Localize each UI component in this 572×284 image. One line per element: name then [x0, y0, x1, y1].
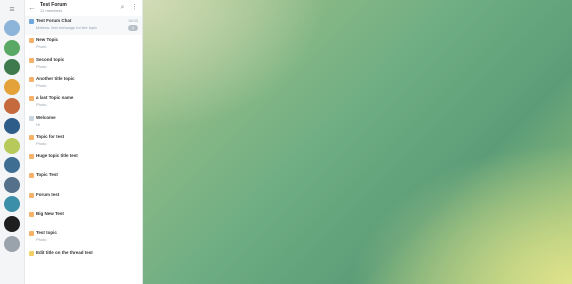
chat-rail: ≡ [0, 0, 25, 284]
avatar-chat-7[interactable] [4, 157, 20, 174]
topic-name: Edit title on the thread test [36, 249, 93, 255]
avatar-chat-3[interactable] [4, 78, 20, 95]
topic-icon [29, 231, 34, 237]
avatar-chat-11[interactable] [4, 235, 20, 252]
topic-name: a last Topic name [36, 95, 74, 101]
topic-preview: Photo [36, 63, 47, 69]
topic-time: 16:03 [127, 18, 138, 23]
topic-row[interactable]: Second topic Photo [25, 55, 142, 74]
menu-icon[interactable]: ≡ [6, 4, 18, 14]
avatar-forum[interactable] [4, 20, 20, 36]
more-icon[interactable]: ⋮ [130, 3, 139, 12]
topic-preview: Hi [36, 121, 40, 127]
avatar-chat-2[interactable] [4, 59, 20, 76]
forum-subtitle: 12 members [40, 8, 63, 13]
topic-icon [29, 134, 34, 140]
topic-icon [29, 38, 34, 44]
topic-preview: Mateus: test message for the topic [36, 25, 98, 30]
topic-row[interactable]: Edit title on the thread test [25, 248, 142, 267]
topic-row[interactable]: Test topic Photo [25, 228, 142, 247]
topic-name: Second topic [36, 56, 65, 62]
avatar-chat-10[interactable] [4, 216, 20, 232]
topic-name: Forum test [36, 191, 60, 197]
topic-icon [29, 250, 34, 256]
forum-header: ← Test Forum 12 members ⌕ ⋮ [25, 0, 142, 16]
chat-background [143, 0, 572, 284]
search-icon[interactable]: ⌕ [118, 3, 127, 12]
topic-name: Topic for test [36, 133, 65, 139]
topic-icon [29, 154, 34, 160]
topic-row[interactable]: Huge topic title test [25, 151, 142, 170]
forum-topic-list: ← Test Forum 12 members ⌕ ⋮ Test Forum C… [25, 0, 143, 284]
topic-row[interactable]: a last Topic name Photo [25, 93, 142, 112]
topic-preview: Photo [36, 140, 47, 146]
topic-preview: Photo [36, 102, 47, 108]
avatar-chat-5[interactable] [4, 118, 20, 134]
topic-icon [29, 57, 34, 63]
topic-icon [29, 212, 34, 217]
topic-row[interactable]: Forum test [25, 190, 142, 209]
topic-preview: Photo [36, 82, 47, 88]
topic-row[interactable]: New Topic Photo [25, 35, 142, 54]
topic-icon [29, 76, 34, 82]
topic-name: Welcome [36, 114, 56, 120]
topic-icon [29, 115, 34, 121]
topic-name: Topic Test [36, 172, 58, 178]
topic-name: Another title topic [36, 75, 75, 81]
topic-preview: Photo [36, 237, 47, 243]
topic-preview: Photo [36, 44, 47, 50]
topic-icon [29, 96, 34, 102]
topic-name: Big New Test [36, 211, 64, 216]
topic-row[interactable]: Topic for test Photo [25, 132, 142, 151]
topic-name: Huge topic title test [36, 153, 78, 159]
avatar-chat-6[interactable] [4, 137, 20, 154]
back-arrow-icon[interactable]: ← [28, 3, 36, 12]
topic-icon [29, 19, 34, 24]
topic-row[interactable]: Topic Test [25, 170, 142, 189]
topic-icon [29, 192, 34, 198]
topic-row[interactable]: Big New Test [25, 209, 142, 228]
avatar-chat-4[interactable] [4, 98, 20, 115]
topic-row[interactable]: Another title topic Photo [25, 74, 142, 93]
avatar-chat-1[interactable] [4, 39, 20, 56]
topic-icon [29, 173, 34, 179]
topic-name: Test Forum Chat [36, 18, 72, 23]
topic-name: Test topic [36, 230, 57, 236]
topic-name: New Topic [36, 37, 59, 43]
avatar-chat-8[interactable] [4, 176, 20, 193]
topic-row[interactable]: Test Forum Chat Mateus: test message for … [25, 16, 142, 35]
unread-badge: 1 [128, 25, 138, 31]
avatar-chat-9[interactable] [4, 196, 20, 213]
topic-row[interactable]: Welcome Hi [25, 113, 142, 132]
